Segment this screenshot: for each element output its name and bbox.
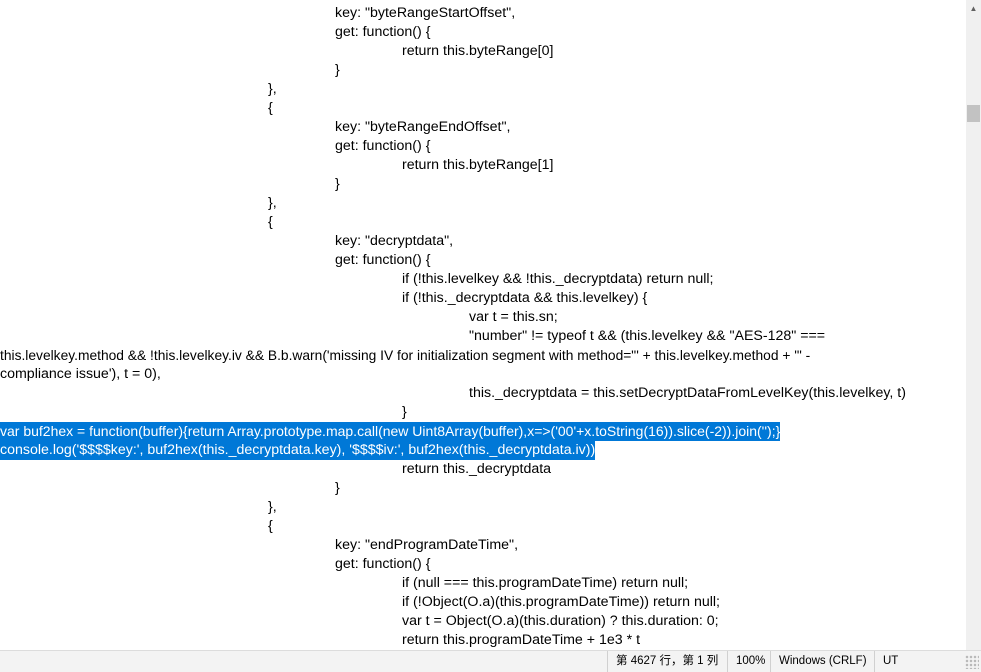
code-line: if (!this.levelkey && !this._decryptdata… <box>402 271 714 287</box>
code-line: { <box>268 518 273 534</box>
code-line: } <box>335 480 340 496</box>
code-line: var t = Object(O.a)(this.duration) ? thi… <box>402 613 719 629</box>
code-line: key: "endProgramDateTime", <box>335 537 519 553</box>
vertical-scrollbar[interactable]: ▲ <box>966 0 981 650</box>
zoom-level: 100% <box>727 651 771 672</box>
code-line: } <box>335 62 340 78</box>
code-line: key: "byteRangeStartOffset", <box>335 5 516 21</box>
code-line: get: function() { <box>335 24 431 40</box>
selected-code-line: var buf2hex = function(buffer){return Ar… <box>0 422 781 441</box>
code-line: if (!Object(O.a)(this.programDateTime)) … <box>402 594 720 610</box>
code-line: return this.byteRange[1] <box>402 157 554 173</box>
cursor-position: 第 4627 行，第 1 列 <box>607 651 728 672</box>
code-line: var t = this.sn; <box>469 309 558 325</box>
code-line: if (null === this.programDateTime) retur… <box>402 575 689 591</box>
scroll-up-arrow-icon[interactable]: ▲ <box>966 0 981 17</box>
code-line: this._decryptdata = this.setDecryptDataF… <box>469 385 906 401</box>
selected-code-line: console.log('$$$$key:', buf2hex(this._de… <box>0 441 596 460</box>
code-line: } <box>335 176 340 192</box>
code-line: } <box>402 404 407 420</box>
code-line: "number" != typeof t && (this.levelkey &… <box>469 328 826 344</box>
line-ending: Windows (CRLF) <box>770 651 875 672</box>
code-line: if (!this._decryptdata && this.levelkey)… <box>402 290 648 306</box>
code-line: }, <box>268 499 277 515</box>
code-line: this.levelkey.method && !this.levelkey.i… <box>0 348 811 363</box>
scrollbar-thumb[interactable] <box>967 105 980 122</box>
text-editor[interactable]: key: "byteRangeStartOffset", get: functi… <box>0 0 966 650</box>
code-line: key: "byteRangeEndOffset", <box>335 119 511 135</box>
code-line: key: "decryptdata", <box>335 233 454 249</box>
code-line: compliance issue'), t = 0), <box>0 366 161 382</box>
status-bar: 第 4627 行，第 1 列 100% Windows (CRLF) UT <box>0 650 981 672</box>
code-line: { <box>268 100 273 116</box>
code-line: return this.byteRange[0] <box>402 43 554 59</box>
code-line: { <box>268 214 273 230</box>
code-line: get: function() { <box>335 556 431 572</box>
code-line: return this._decryptdata <box>402 461 552 477</box>
code-line: get: function() { <box>335 138 431 154</box>
code-line: return this.programDateTime + 1e3 * t <box>402 632 641 648</box>
resize-grip-icon[interactable] <box>965 655 979 669</box>
encoding: UT <box>874 651 903 672</box>
code-line: }, <box>268 81 277 97</box>
code-line: }, <box>268 195 277 211</box>
code-line: get: function() { <box>335 252 431 268</box>
